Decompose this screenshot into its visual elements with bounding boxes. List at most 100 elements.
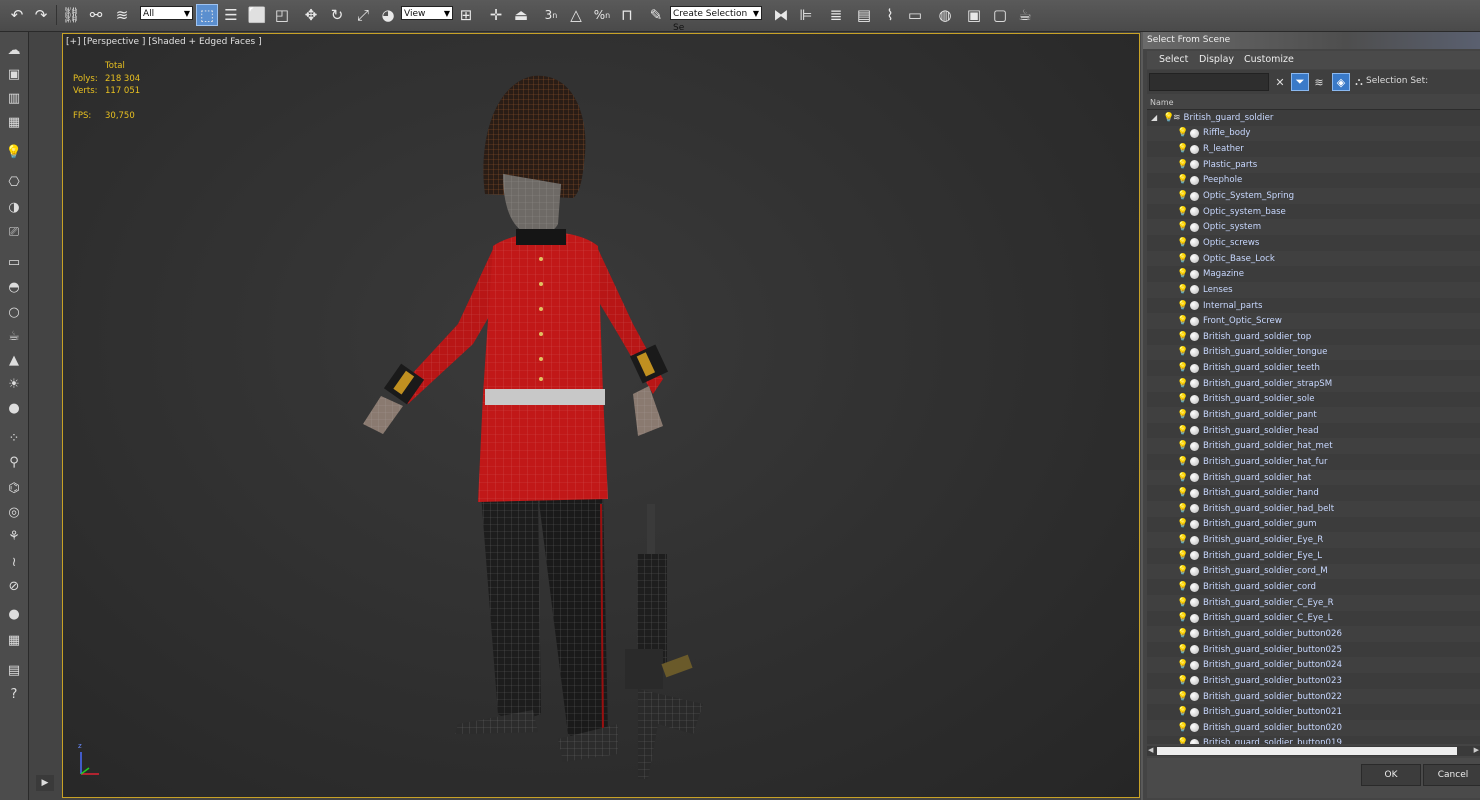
mirror-icon[interactable]: ⧓ <box>770 4 792 26</box>
align-icon[interactable]: ⊫ <box>795 4 817 26</box>
list-item[interactable]: 💡 Peephole <box>1147 173 1480 189</box>
light-bulb-icon[interactable]: 💡 <box>1177 254 1188 264</box>
rotate-icon[interactable]: ↻ <box>326 4 348 26</box>
list-item[interactable]: 💡 Magazine <box>1147 266 1480 282</box>
reference-coordinate-dropdown[interactable]: View ▼ <box>401 6 453 20</box>
light-bulb-icon[interactable]: 💡 <box>1177 285 1188 295</box>
light-bulb-icon[interactable]: 💡 <box>1177 379 1188 389</box>
light-bulb-icon[interactable]: 💡 <box>1177 301 1188 311</box>
list-item[interactable]: 💡 Optic_System_Spring <box>1147 188 1480 204</box>
menu-select[interactable]: Select <box>1159 54 1188 65</box>
list-item[interactable]: 💡 Lenses <box>1147 282 1480 298</box>
select-by-name-icon[interactable]: ☰ <box>220 4 242 26</box>
list-item[interactable]: 💡 British_guard_soldier_button021 <box>1147 704 1480 720</box>
list-item[interactable]: 💡 British_guard_soldier_tongue <box>1147 344 1480 361</box>
light-bulb-icon[interactable]: 💡 <box>1177 394 1188 404</box>
camera-icon[interactable]: ⎔ <box>3 172 25 192</box>
light-bulb-icon[interactable]: 💡 <box>1177 488 1188 498</box>
rectangular-selection-icon[interactable]: ⬜ <box>246 4 268 26</box>
light-bulb-icon[interactable]: 💡 <box>1177 191 1188 201</box>
object-list[interactable]: Name ◢ 💡 ≋ British_guard_soldier 💡 Riffle… <box>1147 96 1480 744</box>
light-bulb-icon[interactable]: 💡 <box>1177 347 1188 357</box>
filter-icon[interactable]: ⏷ <box>1291 73 1309 91</box>
layer-manager-icon[interactable]: ≣ <box>825 4 847 26</box>
bind-space-warp-icon[interactable]: ≋ <box>111 4 133 26</box>
script-icon[interactable]: ▤ <box>3 660 25 680</box>
find-input[interactable] <box>1149 73 1269 91</box>
move-icon[interactable]: ✥ <box>300 4 322 26</box>
dialog-title[interactable]: Select From Scene <box>1143 32 1480 49</box>
render-icon[interactable]: ▣ <box>3 64 25 84</box>
light-bulb-icon[interactable]: 💡 <box>1177 535 1188 545</box>
list-item[interactable]: 💡 Optic_Base_Lock <box>1147 250 1480 267</box>
render-setup-icon[interactable]: ▣ <box>963 4 985 26</box>
list-item[interactable]: 💡 British_guard_soldier_button023 <box>1147 673 1480 689</box>
selection-filter-dropdown[interactable]: All ▼ <box>140 6 193 20</box>
select-manipulate-icon[interactable]: ✛ <box>485 4 507 26</box>
list-item[interactable]: 💡 Optic_screws <box>1147 235 1480 251</box>
select-object-icon[interactable]: ⬚ <box>196 4 218 26</box>
list-item[interactable]: 💡 British_guard_soldier_button020 <box>1147 719 1480 736</box>
column-header-name[interactable]: Name <box>1147 96 1480 110</box>
cone-icon[interactable]: ▲ <box>3 350 25 370</box>
ok-button[interactable]: OK <box>1361 764 1421 786</box>
list-item[interactable]: 💡 British_guard_soldier_Eye_R <box>1147 532 1480 548</box>
help-icon[interactable]: ? <box>3 684 25 704</box>
light-bulb-icon[interactable]: 💡 <box>1177 410 1188 420</box>
light-bulb-icon[interactable]: 💡 <box>1177 128 1188 138</box>
light-bulb-icon[interactable]: 💡 <box>1177 144 1188 154</box>
schematic-view-icon[interactable]: ▭ <box>904 4 926 26</box>
light-bulb-icon[interactable]: 💡 <box>1177 316 1188 326</box>
white-sphere-icon[interactable]: ● <box>3 604 25 624</box>
grid-icon[interactable]: ▦ <box>3 112 25 132</box>
list-item[interactable]: 💡 R_leather <box>1147 141 1480 157</box>
list-item[interactable]: 💡 British_guard_soldier_teeth <box>1147 360 1480 376</box>
hemisphere-icon[interactable]: ◓ <box>3 277 25 297</box>
light-bulb-icon[interactable]: 💡 <box>1177 504 1188 514</box>
horizontal-scrollbar[interactable]: ◀ ▶ <box>1147 746 1480 756</box>
light-bulb-icon[interactable]: 💡 <box>1177 473 1188 483</box>
light-bulb-icon[interactable]: 💡 <box>1177 332 1188 342</box>
list-item[interactable]: 💡 British_guard_soldier_head <box>1147 423 1480 439</box>
clear-filter-icon[interactable]: ✕ <box>1271 73 1289 91</box>
display-options-icon[interactable]: ≋ <box>1310 73 1328 91</box>
light-bulb-icon[interactable]: 💡 <box>1177 519 1188 529</box>
light-bulb-icon[interactable]: 💡 <box>1177 551 1188 561</box>
list-item[interactable]: 💡 Front_Optic_Screw <box>1147 313 1480 329</box>
mesh-icon[interactable]: ⌬ <box>3 478 25 498</box>
film-icon[interactable]: ⎚ <box>3 222 25 242</box>
crescent-icon[interactable]: ◑ <box>3 197 25 217</box>
light-bulb-icon[interactable]: 💡 <box>1177 723 1188 733</box>
list-item[interactable]: 💡 British_guard_soldier_C_Eye_R <box>1147 594 1480 611</box>
scale-icon[interactable]: ⤢ <box>352 4 374 26</box>
spinner-snap-icon[interactable]: ⊓ <box>616 4 638 26</box>
light-bulb-icon[interactable]: 💡 <box>1177 269 1188 279</box>
light-bulb-icon[interactable]: 💡 <box>1177 598 1188 608</box>
scroll-left-icon[interactable]: ◀ <box>1148 746 1153 754</box>
list-item[interactable]: 💡 British_guard_soldier_hat <box>1147 469 1480 486</box>
expand-triangle-icon[interactable]: ◢ <box>1151 113 1157 122</box>
list-item[interactable]: 💡 British_guard_soldier_pant <box>1147 407 1480 423</box>
list-item[interactable]: 💡 British_guard_soldier_had_belt <box>1147 501 1480 517</box>
light-bulb-icon[interactable]: 💡 <box>1177 613 1188 623</box>
list-item[interactable]: 💡 British_guard_soldier_button019 <box>1147 736 1480 744</box>
list-item[interactable]: 💡 British_guard_soldier_sole <box>1147 392 1480 408</box>
light-bulb-icon[interactable]: 💡 <box>1177 660 1188 670</box>
edit-named-selection-icon[interactable]: ✎ <box>645 4 667 26</box>
list-item[interactable]: 💡 British_guard_soldier_top <box>1147 329 1480 345</box>
layers-icon[interactable]: ◈ <box>1332 73 1350 91</box>
light-bulb-icon[interactable]: 💡 <box>1177 582 1188 592</box>
list-item[interactable]: 💡 Plastic_parts <box>1147 156 1480 173</box>
percent-snap-icon[interactable]: % n <box>591 4 613 26</box>
list-item[interactable]: 💡 Internal_parts <box>1147 298 1480 314</box>
box-icon[interactable]: ▭ <box>3 252 25 272</box>
light-bulb-icon[interactable]: 💡 <box>3 142 25 162</box>
light-bulb-icon[interactable]: 💡 <box>1177 707 1188 717</box>
list-item[interactable]: 💡 British_guard_soldier_gum <box>1147 517 1480 533</box>
light-bulb-icon[interactable]: 💡 <box>1177 207 1188 217</box>
light-bulb-icon[interactable]: 💡 <box>1177 175 1188 185</box>
light-bulb-icon[interactable]: 💡 <box>1177 676 1188 686</box>
teapot-icon[interactable]: ☁ <box>3 40 25 60</box>
light-bulb-icon[interactable]: 💡 <box>1163 113 1174 123</box>
hair-icon[interactable]: ≀ <box>3 552 25 572</box>
